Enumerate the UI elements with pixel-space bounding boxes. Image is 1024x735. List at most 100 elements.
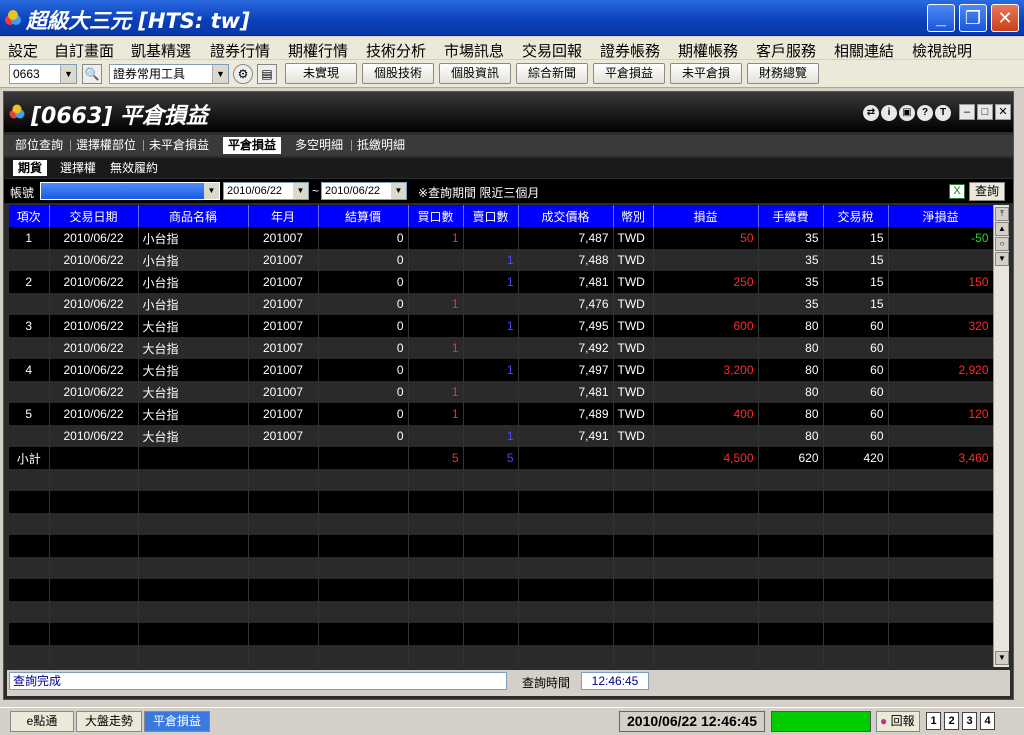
chevron-down-icon[interactable]: ▼ xyxy=(212,65,228,83)
panel-minimize-button[interactable]: – xyxy=(959,104,975,120)
panel-maximize-button[interactable]: □ xyxy=(977,104,993,120)
scroll-thumb[interactable]: ○ xyxy=(995,237,1009,251)
menu-item-kgi-selection[interactable]: 凱基精選 xyxy=(131,40,191,61)
close-button[interactable]: ✕ xyxy=(991,4,1019,32)
subtab-options[interactable]: 選擇權 xyxy=(60,160,96,176)
chevron-down-icon[interactable]: ▼ xyxy=(60,65,76,83)
financial-overview-button[interactable]: 財務總覽 xyxy=(747,63,819,84)
menu-item-customer-service[interactable]: 客戶服務 xyxy=(756,40,816,61)
table-row[interactable]: 2010/06/22 小台指 201007 0 1 7,476 TWD 35 15 xyxy=(9,293,994,315)
subtab-futures[interactable]: 期貨 xyxy=(13,160,48,176)
tab-position-query[interactable]: 部位查詢 xyxy=(15,137,63,154)
chevron-down-icon[interactable]: ▼ xyxy=(204,183,219,199)
tab-options-position[interactable]: 選擇權部位 xyxy=(76,137,136,154)
date-from-input[interactable]: 2010/06/22 ▼ xyxy=(223,182,309,200)
stock-technical-button[interactable]: 個股技術 xyxy=(362,63,434,84)
layout-1-button[interactable]: 1 xyxy=(926,712,941,730)
minimize-button[interactable]: _ xyxy=(927,4,955,32)
empty-cell xyxy=(888,513,994,535)
empty-cell xyxy=(518,579,614,601)
scroll-top-icon[interactable]: ⤒ xyxy=(995,207,1009,221)
new-window-icon[interactable]: ▤ xyxy=(257,64,277,84)
report-button[interactable]: ● 回報 xyxy=(876,711,920,732)
open-position-pl-button[interactable]: 未平倉損 xyxy=(670,63,742,84)
excel-export-icon[interactable]: X xyxy=(949,184,965,199)
date-to-input[interactable]: 2010/06/22 ▼ xyxy=(321,182,407,200)
chevron-down-icon[interactable]: ▼ xyxy=(293,183,308,199)
maximize-button[interactable]: ❐ xyxy=(959,4,987,32)
menu-item-custom-screen[interactable]: 自訂畫面 xyxy=(54,40,114,61)
closed-pl-panel: [0663] 平倉損益 ⇄ i ▣ ? T – □ ✕ 部位查詢 選擇權部位 未… xyxy=(3,91,1014,700)
menu-item-options-account[interactable]: 期權帳務 xyxy=(678,40,738,61)
tab-closed-pl[interactable]: 平倉損益 xyxy=(223,137,282,154)
menu-item-technical-analysis[interactable]: 技術分析 xyxy=(366,40,426,61)
layout-4-button[interactable]: 4 xyxy=(980,712,995,730)
stock-info-button[interactable]: 個股資訊 xyxy=(439,63,511,84)
subtotal-row[interactable]: 小計 5 5 4,500 620 420 3,460 xyxy=(9,447,994,469)
info-icon[interactable]: i xyxy=(881,105,897,121)
bottom-tab-closed-pl[interactable]: 平倉損益 xyxy=(144,711,210,732)
news-button[interactable]: 綜合新聞 xyxy=(516,63,588,84)
menu-item-securities-quotes[interactable]: 證券行情 xyxy=(210,40,270,61)
cell-buy-qty xyxy=(408,359,464,381)
closed-pl-button[interactable]: 平倉損益 xyxy=(593,63,665,84)
table-row[interactable]: 4 2010/06/22 大台指 201007 0 1 7,497 TWD 3,200 80 60 2… xyxy=(9,359,994,381)
subtab-invalid-exercise[interactable]: 無效履約 xyxy=(110,160,158,176)
table-row[interactable]: 2010/06/22 小台指 201007 0 1 7,488 TWD 35 15 xyxy=(9,249,994,271)
tab-collateral-detail[interactable]: 抵繳明細 xyxy=(357,137,405,154)
col-header-net-pl[interactable]: 淨損益 xyxy=(888,205,994,227)
empty-cell xyxy=(653,645,759,667)
col-header-tax[interactable]: 交易稅 xyxy=(823,205,889,227)
col-header-currency[interactable]: 幣別 xyxy=(613,205,654,227)
magnifier-icon[interactable]: 🔍 xyxy=(82,64,102,84)
menu-item-options-quotes[interactable]: 期權行情 xyxy=(288,40,348,61)
chevron-down-icon[interactable]: ▼ xyxy=(391,183,406,199)
table-row[interactable]: 2010/06/22 大台指 201007 0 1 7,492 TWD 80 60 xyxy=(9,337,994,359)
col-header-trade-price[interactable]: 成交價格 xyxy=(518,205,614,227)
table-row[interactable]: 2010/06/22 大台指 201007 0 1 7,481 TWD 80 60 xyxy=(9,381,994,403)
col-header-year-month[interactable]: 年月 xyxy=(248,205,319,227)
tab-long-short-detail[interactable]: 多空明細 xyxy=(295,137,343,154)
cell-pl: 250 xyxy=(653,271,759,293)
menu-item-settings[interactable]: 設定 xyxy=(8,40,38,61)
help-icon[interactable]: ? xyxy=(917,105,933,121)
vertical-scrollbar[interactable]: ⤒ ▲ ○ ▼ ▼ xyxy=(993,205,1009,667)
cell-buy-qty: 1 xyxy=(408,337,464,359)
table-row[interactable]: 1 2010/06/22 小台指 201007 0 1 7,487 TWD 50 35 15 -50 xyxy=(9,227,994,249)
table-row[interactable]: 5 2010/06/22 大台指 201007 0 1 7,489 TWD 400 80 60 120 xyxy=(9,403,994,425)
panel-close-button[interactable]: ✕ xyxy=(995,104,1011,120)
tab-unrealized-pl[interactable]: 未平倉損益 xyxy=(149,137,209,154)
col-header-sell-qty[interactable]: 賣口數 xyxy=(463,205,519,227)
menu-item-securities-account[interactable]: 證券帳務 xyxy=(600,40,660,61)
tips-icon[interactable]: T xyxy=(935,105,951,121)
scroll-down-small-icon[interactable]: ▼ xyxy=(995,252,1009,266)
menu-item-related-links[interactable]: 相關連結 xyxy=(834,40,894,61)
col-header-buy-qty[interactable]: 買口數 xyxy=(408,205,464,227)
scroll-up-icon[interactable]: ▲ xyxy=(995,222,1009,236)
link-icon[interactable]: ⇄ xyxy=(863,105,879,121)
query-button[interactable]: 查詢 xyxy=(969,182,1005,201)
col-header-product[interactable]: 商品名稱 xyxy=(138,205,249,227)
table-row[interactable]: 2 2010/06/22 小台指 201007 0 1 7,481 TWD 250 35 15 150 xyxy=(9,271,994,293)
bottom-tab-epoint[interactable]: e點通 xyxy=(10,711,74,732)
gear-icon[interactable]: ⚙ xyxy=(233,64,253,84)
layout-3-button[interactable]: 3 xyxy=(962,712,977,730)
layout-2-button[interactable]: 2 xyxy=(944,712,959,730)
menu-item-view-help[interactable]: 檢視說明 xyxy=(912,40,972,61)
col-header-index[interactable]: 項次 xyxy=(9,205,50,227)
table-row[interactable]: 3 2010/06/22 大台指 201007 0 1 7,495 TWD 600 80 60 320 xyxy=(9,315,994,337)
col-header-pl[interactable]: 損益 xyxy=(653,205,759,227)
table-row[interactable]: 2010/06/22 大台指 201007 0 1 7,491 TWD 80 60 xyxy=(9,425,994,447)
scroll-down-icon[interactable]: ▼ xyxy=(995,651,1009,665)
col-header-settle-price[interactable]: 結算價 xyxy=(318,205,409,227)
menu-item-market-info[interactable]: 市場訊息 xyxy=(444,40,504,61)
account-select[interactable]: ▼ xyxy=(40,182,220,200)
unrealized-button[interactable]: 未實現 xyxy=(285,63,357,84)
stock-code-combo[interactable]: 0663 ▼ xyxy=(9,64,77,84)
menu-item-trade-report[interactable]: 交易回報 xyxy=(522,40,582,61)
col-header-trade-date[interactable]: 交易日期 xyxy=(49,205,139,227)
print-icon[interactable]: ▣ xyxy=(899,105,915,121)
col-header-fee[interactable]: 手續費 xyxy=(758,205,824,227)
tool-combo[interactable]: 證券常用工具 ▼ xyxy=(109,64,229,84)
bottom-tab-market-trend[interactable]: 大盤走勢 xyxy=(76,711,142,732)
